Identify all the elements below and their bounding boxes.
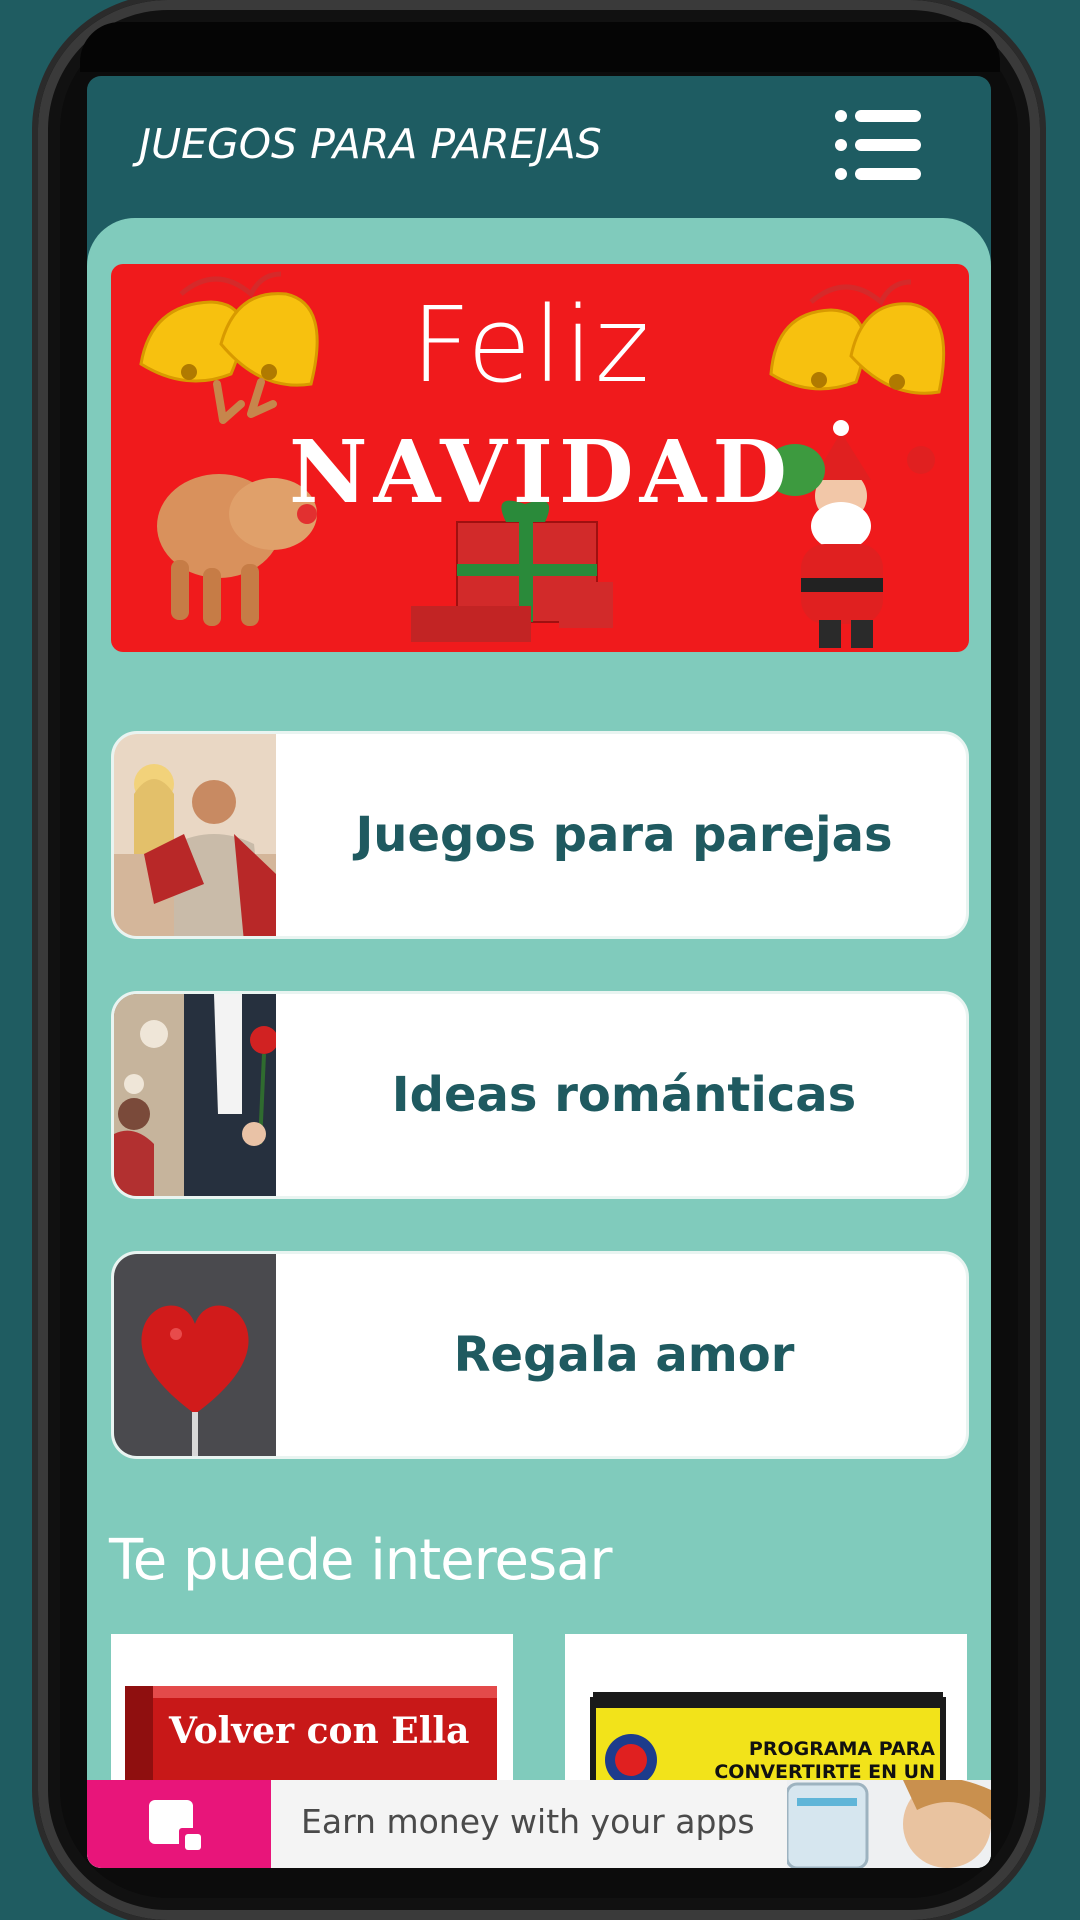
menu-card-ideas[interactable]: Ideas románticas: [111, 991, 969, 1199]
ad-logo: [87, 1780, 271, 1868]
phone-bezel-top: [80, 22, 1000, 72]
couple-photo-icon: [114, 734, 276, 936]
menu-button[interactable]: [835, 110, 921, 180]
menu-card-label: Juegos para parejas: [355, 807, 893, 863]
banner-feliz-text: Feliz: [411, 284, 652, 406]
menu-card-juegos[interactable]: Juegos para parejas: [111, 731, 969, 939]
banner-navidad-text: NAVIDAD: [289, 422, 793, 523]
menu-card-label: Ideas románticas: [391, 1067, 857, 1123]
ad-banner[interactable]: Earn money with your apps: [87, 1780, 991, 1868]
promo-volver-text: Volver con Ella: [169, 1710, 470, 1752]
ad-text: Earn money with your apps: [301, 1802, 755, 1841]
app-header: JUEGOS PARA PAREJAS: [87, 76, 991, 218]
romantic-photo-icon: [114, 994, 276, 1196]
section-title: Te puede interesar: [109, 1528, 612, 1593]
ad-brand-icon: [149, 1800, 201, 1850]
app-screen: JUEGOS PARA PAREJAS Feliz NAVIDAD Juegos…: [87, 76, 991, 1868]
ad-phone-woman-image: [787, 1780, 991, 1868]
christmas-banner[interactable]: Feliz NAVIDAD: [111, 264, 969, 652]
menu-card-label: Regala amor: [453, 1327, 795, 1383]
app-title: JUEGOS PARA PAREJAS: [139, 120, 602, 168]
heart-photo-icon: [114, 1254, 276, 1456]
menu-card-regala[interactable]: Regala amor: [111, 1251, 969, 1459]
